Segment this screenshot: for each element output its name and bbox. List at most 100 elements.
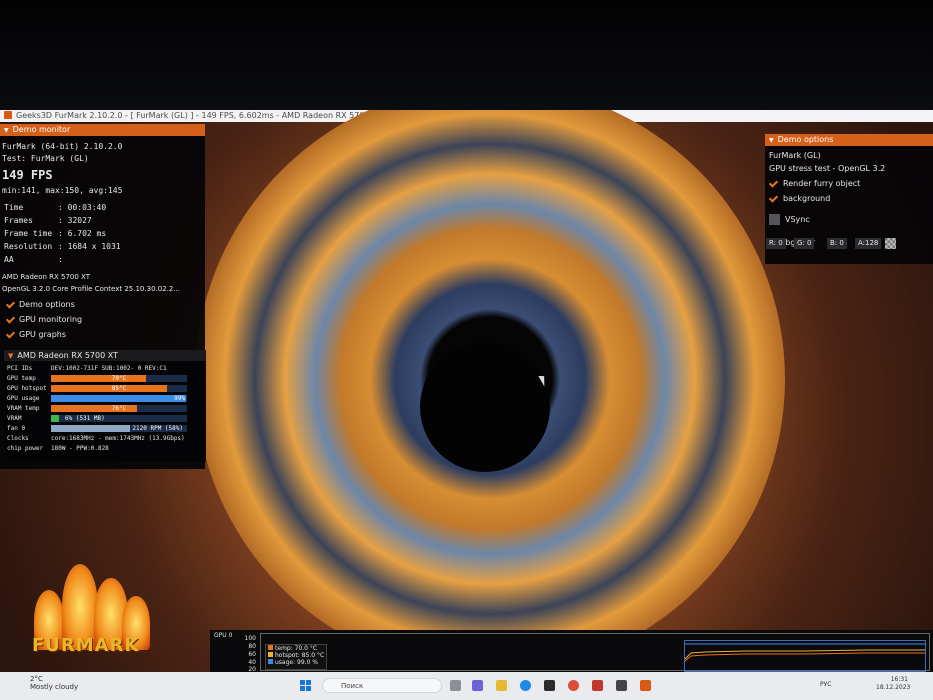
fps-stats: min:141, max:150, avg:145 — [2, 186, 123, 195]
gpu-monitor-panel: ▼ AMD Radeon RX 5700 XT PCI IDs DEV:1002-7… — [4, 350, 206, 462]
checkbox-label: background — [783, 194, 831, 203]
store-icon[interactable] — [544, 680, 555, 691]
stat-key: Frames — [4, 216, 33, 225]
checkbox-vsync[interactable]: VSync — [769, 214, 810, 225]
test-name: Test: FurMark (GL) — [2, 154, 89, 163]
render-viewport — [195, 110, 785, 674]
app-icon[interactable] — [616, 680, 627, 691]
sensor-label: GPU usage — [7, 395, 40, 402]
graph-y-tick: 60 — [248, 651, 256, 658]
checkbox-gpu-graphs[interactable]: GPU graphs — [6, 330, 66, 339]
weather-temp: 2°C — [30, 675, 43, 683]
graph-legend: temp: 70.0 °C hotspot: 85.0 °C usage: 99… — [265, 644, 327, 670]
collapse-triangle-icon: ▼ — [769, 137, 774, 144]
legend-label: hotspot: 85.0 °C — [275, 652, 325, 659]
power-row: chip power 180W - PPW:0.828 — [7, 444, 205, 453]
stat-value: : 6.702 ms — [58, 229, 107, 238]
gpu-graph-panel: GPU 0 100 80 60 40 20 temp: 70.0 °C hots… — [210, 630, 933, 673]
edge-icon[interactable] — [520, 680, 531, 691]
demo-options-panel: ▼ Demo options FurMark (GL) GPU stress te… — [765, 134, 933, 264]
furmark-logo-text: FURMARK — [32, 635, 140, 656]
window-title: Geeks3D FurMark 2.10.2.0 - [ FurMark (GL… — [16, 111, 383, 120]
chrome-icon[interactable] — [568, 680, 579, 691]
sensor-label: VRAM — [7, 415, 22, 422]
clock[interactable]: 16:31 18.12.2023 — [876, 676, 911, 692]
sensor-row-gpu-usage: GPU usage 99% — [7, 394, 205, 403]
weather-widget[interactable]: 2°C Mostly cloudy — [30, 675, 78, 691]
demo-monitor-header[interactable]: ▼ Demo monitor — [0, 124, 205, 136]
graph-line-temp — [684, 652, 925, 662]
gpu-monitor-title: AMD Radeon RX 5700 XT — [17, 351, 118, 360]
sensor-label: GPU hotspot — [7, 385, 47, 392]
opengl-context: OpenGL 3.2.0 Core Profile Context 25.10.… — [2, 285, 181, 293]
stat-key: AA — [4, 255, 14, 264]
sensor-value: 76°C — [111, 405, 127, 412]
checkbox-render-furry-object[interactable]: Render furry object — [769, 179, 860, 188]
furmark-app-icon — [4, 111, 12, 119]
stat-value: : 00:03:40 — [58, 203, 107, 212]
color-field-a[interactable]: A:128 — [855, 238, 882, 249]
taskbar-search[interactable]: Поиск — [322, 678, 442, 693]
color-preview-swatch[interactable] — [885, 238, 896, 249]
sensor-bar: 85°C — [51, 385, 187, 392]
sensor-value: 99% — [174, 395, 185, 402]
system-tray[interactable]: РУС — [820, 681, 831, 688]
sensor-value: 85°C — [111, 385, 127, 392]
search-placeholder: Поиск — [341, 682, 364, 690]
clocks-row: Clocks core:1683MHz - mem:1743MHz (13.9Gb… — [7, 434, 205, 443]
clocks-value: core:1683MHz - mem:1743MHz (13.9Gbps) — [51, 435, 185, 442]
checkbox-label: Render furry object — [783, 179, 861, 188]
legend-item: usage: 99.0 % — [266, 659, 326, 666]
language-indicator[interactable]: РУС — [820, 681, 831, 688]
sensor-label: VRAM temp — [7, 405, 40, 412]
demo-description: GPU stress test - OpenGL 3.2 — [769, 164, 886, 173]
gpu-monitor-header[interactable]: ▼ AMD Radeon RX 5700 XT — [4, 350, 206, 361]
windows-logo-icon — [306, 686, 311, 691]
checkmark-icon — [769, 194, 778, 203]
weather-desc: Mostly cloudy — [30, 683, 79, 691]
app-icon[interactable] — [592, 680, 603, 691]
clock-date: 18.12.2023 — [876, 684, 911, 691]
sensor-row-vram-temp: VRAM temp 76°C — [7, 404, 205, 413]
checkbox-label: Demo options — [19, 300, 75, 309]
checkbox-demo-options[interactable]: Demo options — [6, 300, 75, 309]
stat-value: : — [58, 255, 63, 264]
stat-key: Time — [4, 203, 24, 212]
start-button[interactable] — [300, 680, 312, 692]
stat-key: Resolution — [4, 242, 53, 251]
demo-name: FurMark (GL) — [769, 151, 821, 160]
windows-logo-icon — [300, 686, 305, 691]
checkbox-label: GPU monitoring — [19, 315, 83, 324]
checkmark-icon — [769, 179, 778, 188]
sensor-row-gpu-temp: GPU temp 70°C — [7, 374, 205, 383]
color-field-b[interactable]: B: 0 — [827, 238, 847, 249]
legend-swatch — [268, 652, 273, 657]
color-field-g[interactable]: G: 0 — [794, 238, 815, 249]
sensor-label: fan 0 — [7, 425, 26, 432]
clock-time: 16:31 — [890, 676, 908, 683]
checkmark-icon — [6, 330, 15, 339]
sensor-bar: 70°C — [51, 375, 187, 382]
color-field-r[interactable]: R: 0 — [766, 238, 786, 249]
legend-label: usage: 99.0 % — [275, 659, 319, 666]
sensor-value: 70°C — [111, 375, 127, 382]
file-explorer-icon[interactable] — [496, 680, 507, 691]
furmark-taskbar-icon[interactable] — [640, 680, 651, 691]
sensor-row-fan: fan 0 2120 RPM (58%) — [7, 424, 205, 433]
graph-y-tick: 80 — [248, 643, 256, 650]
demo-monitor-title: Demo monitor — [12, 125, 71, 134]
demo-options-header[interactable]: ▼ Demo options — [765, 134, 933, 146]
task-view-icon[interactable] — [450, 680, 461, 691]
fps-value: 149 FPS — [2, 168, 53, 182]
sensor-value: 2120 RPM (58%) — [132, 425, 183, 432]
stat-key: Frame time — [4, 229, 53, 238]
sensor-bar: 6% (531 MB) — [51, 415, 187, 422]
checkbox-label: VSync — [785, 215, 810, 224]
checkbox-background[interactable]: background — [769, 194, 830, 203]
sensor-row-vram: VRAM 6% (531 MB) — [7, 414, 205, 423]
power-label: chip power — [7, 445, 44, 452]
checkbox-gpu-monitoring[interactable]: GPU monitoring — [6, 315, 82, 324]
stat-value: : 32027 — [58, 216, 92, 225]
teams-icon[interactable] — [472, 680, 483, 691]
checkmark-icon — [6, 300, 15, 309]
